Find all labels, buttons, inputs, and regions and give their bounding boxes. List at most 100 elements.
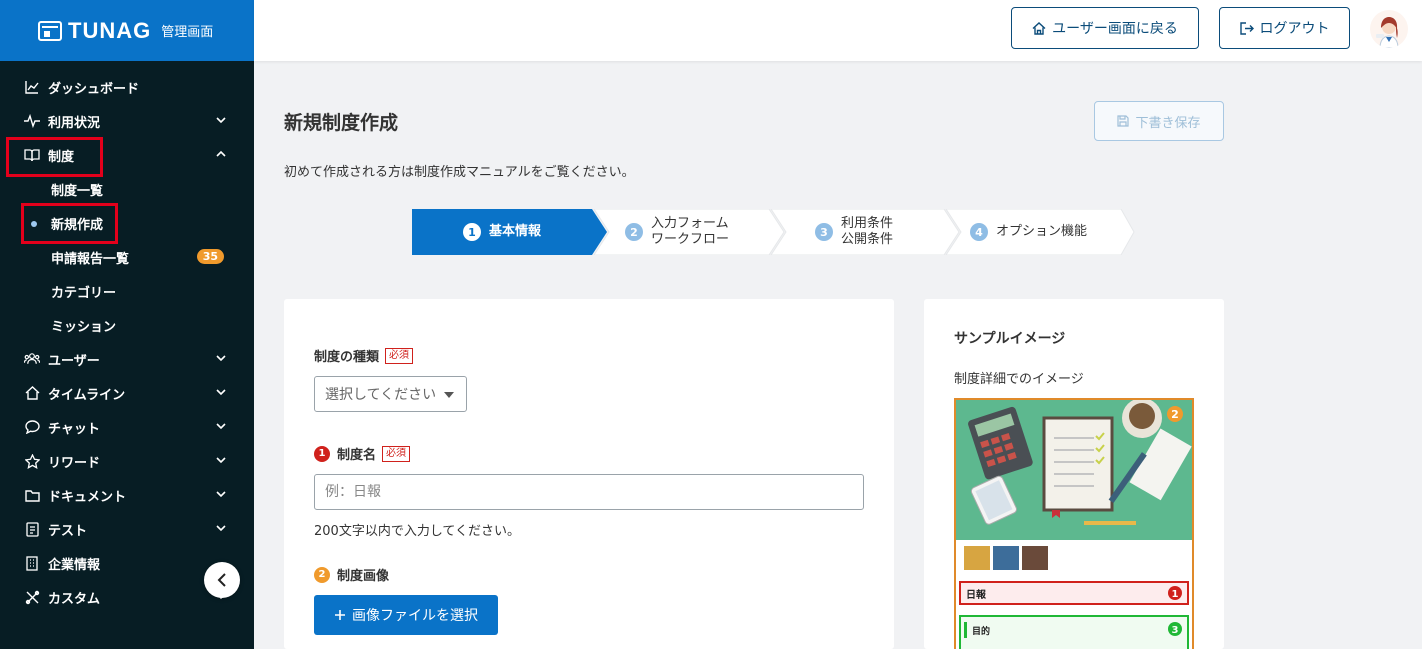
step-conditions[interactable]: 3 利用条件 公開条件 [815,209,893,255]
logout-icon [1239,21,1254,35]
chevron-down-icon [216,423,226,430]
image-field-label: 2 制度画像 [314,565,389,584]
sidebar-subitem-requests[interactable]: 申請報告一覧 35 [0,240,254,274]
step-number: 3 [815,223,833,241]
select-image-file-button[interactable]: 画像ファイルを選択 [314,595,498,635]
sidebar-item-label: ユーザー [48,353,100,369]
top-header: ユーザー画面に戻る ログアウト [254,0,1422,61]
number-badge: 1 [314,445,330,462]
chevron-down-icon [216,355,226,362]
number-badge: 2 [314,566,330,583]
type-select-value: 選択してください [325,387,437,403]
step-label: オプション機能 [996,224,1088,239]
active-dot [31,221,37,227]
intro-text: 初めて作成される方は制度作成マニュアルをご覧ください。 [284,165,635,180]
sidebar-item-label: チャット [48,421,100,437]
sidebar-item-timeline[interactable]: タイムライン [0,376,254,410]
brand[interactable]: TUNAG 管理画面 [0,0,254,61]
logout-button-label: ログアウト [1259,21,1330,37]
sidebar-item-label: テスト [48,523,88,539]
sidebar-item-chat[interactable]: チャット [0,410,254,444]
page-title: 新規制度作成 [284,112,399,134]
sidebar-item-label: タイムライン [48,387,126,403]
sample-name-text: 日報 [966,588,987,601]
chevron-down-icon [216,525,226,532]
home-icon [1032,21,1046,35]
chevron-left-icon [217,573,226,587]
sidebar-item-label: ダッシュボード [48,81,140,97]
sidebar-subitem-label: ミッション [51,319,117,335]
step-basic-info[interactable]: 1 基本情報 [463,209,541,255]
sidebar-item-label: 企業情報 [48,557,101,573]
logout-button[interactable]: ログアウト [1219,7,1350,49]
sidebar-item-test[interactable]: テスト [0,512,254,546]
sidebar-subitem-label: 新規作成 [51,217,104,233]
sidebar-subitem-label: カテゴリー [51,285,117,301]
chart-icon [24,79,40,95]
step-input-form[interactable]: 2 入力フォーム ワークフロー [625,209,729,255]
folder-icon [24,487,40,503]
name-field-label: 1 制度名 必須 [314,444,411,463]
sidebar-subitem-mission[interactable]: ミッション [0,308,254,342]
upload-button-label: 画像ファイルを選択 [352,608,478,624]
sample-purpose-text: 目的 [972,625,990,637]
building-icon [24,555,40,571]
type-label-text: 制度の種類 [314,350,380,365]
required-badge: 必須 [382,445,411,462]
plus-icon [335,610,345,620]
sidebar-item-label: カスタム [48,591,101,607]
step-label: 入力フォーム [651,216,729,231]
save-draft-button[interactable]: 下書き保存 [1094,101,1224,141]
tunag-logo-icon [38,20,62,41]
step-number: 1 [463,223,481,241]
sidebar-item-document[interactable]: ドキュメント [0,478,254,512]
sidebar-item-users[interactable]: ユーザー [0,342,254,376]
sidebar-item-usage[interactable]: 利用状況 [0,104,254,138]
type-select[interactable]: 選択してください [314,376,467,412]
name-input[interactable] [314,474,864,510]
sample-badge-purpose: 3 [1172,625,1179,636]
required-badge: 必須 [385,347,414,364]
sidebar-collapse-button[interactable] [204,562,240,598]
sample-preview-image: 2 日報 1 目的 3 [954,398,1194,649]
book-icon [24,147,40,163]
sidebar-nav: ダッシュボード 利用状況 制度 制度一覧 新規作成 申請報告一覧 35 カテゴリ… [0,70,254,614]
step-label-2: 公開条件 [841,232,894,247]
sample-subtitle: 制度詳細でのイメージ [954,372,1084,387]
count-badge: 35 [196,249,224,264]
brand-logo: TUNAG [68,17,152,43]
chevron-up-icon [216,150,226,157]
sidebar-item-label: 利用状況 [48,115,101,131]
star-icon [24,453,40,469]
save-draft-label: 下書き保存 [1135,115,1201,131]
sidebar-subitem-seido-list[interactable]: 制度一覧 [0,172,254,206]
brand-subtitle: 管理画面 [161,25,214,40]
sample-badge-image: 2 [1171,408,1179,421]
tools-icon [24,589,40,605]
step-options[interactable]: 4 オプション機能 [970,209,1087,255]
sidebar-item-dashboard[interactable]: ダッシュボード [0,70,254,104]
chevron-down-icon [216,457,226,464]
avatar-illustration [1376,17,1399,48]
step-label-2: ワークフロー [651,232,730,247]
sidebar-item-label: リワード [48,455,101,471]
sidebar-item-seido[interactable]: 制度 [0,138,254,172]
name-hint: 200文字以内で入力してください。 [314,524,521,539]
sidebar-item-label: ドキュメント [48,489,127,505]
name-label-text: 制度名 [337,448,377,463]
sidebar-subitem-new[interactable]: 新規作成 [0,206,254,240]
user-avatar[interactable] [1370,10,1408,48]
chevron-down-icon [216,389,226,396]
chat-bubble-icon [24,419,40,435]
type-field-label: 制度の種類 必須 [314,346,414,365]
sidebar-subitem-category[interactable]: カテゴリー [0,274,254,308]
users-icon [24,351,40,367]
image-label-text: 制度画像 [337,569,390,584]
progress-stepper: 1 基本情報 2 入力フォーム ワークフロー 3 利用条件 公開条件 4 オプション… [412,209,1136,255]
sidebar-item-reward[interactable]: リワード [0,444,254,478]
checklist-icon [24,521,40,537]
step-number: 4 [970,223,988,241]
sidebar: TUNAG 管理画面 ダッシュボード 利用状況 制度 制度一覧 新規作成 申請報… [0,0,254,649]
chevron-down-icon [216,117,226,124]
back-to-user-screen-button[interactable]: ユーザー画面に戻る [1011,7,1199,49]
